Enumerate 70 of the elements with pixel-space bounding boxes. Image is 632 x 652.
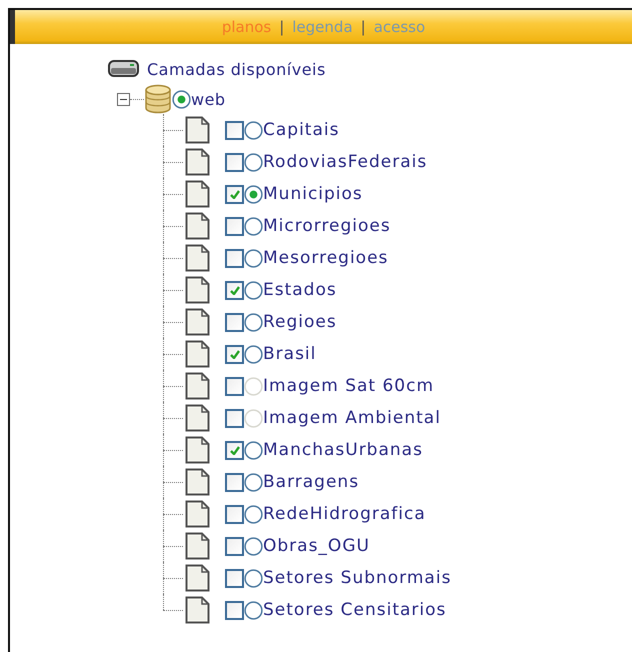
file-icon	[185, 212, 210, 240]
tree-root-label: Camadas disponíveis	[147, 60, 326, 78]
layer-label[interactable]: Setores Censitarios	[263, 600, 446, 620]
file-icon	[185, 340, 210, 368]
layer-label[interactable]: Estados	[263, 280, 337, 300]
checkbox[interactable]	[225, 472, 244, 492]
radio-button[interactable]	[244, 440, 263, 460]
server-icon	[108, 60, 139, 78]
checkbox[interactable]	[225, 600, 244, 620]
layer-label[interactable]: Microrregioes	[263, 216, 391, 236]
radio-button[interactable]	[172, 90, 191, 108]
layer-label[interactable]: RedeHidrografica	[263, 504, 426, 524]
checkmark-icon	[230, 446, 240, 454]
layer-label[interactable]: Municipios	[263, 184, 363, 204]
checkbox[interactable]	[225, 120, 244, 140]
radio-button[interactable]	[244, 536, 263, 556]
radio-button[interactable]	[244, 120, 263, 140]
checkbox[interactable]	[225, 440, 244, 460]
radio-button[interactable]	[244, 248, 263, 268]
file-icon	[185, 596, 210, 624]
file-icon	[185, 148, 210, 176]
file-icon	[185, 180, 210, 208]
file-icon	[185, 404, 210, 432]
checkmark-icon	[230, 190, 240, 198]
checkbox[interactable]	[225, 344, 244, 364]
file-icon	[185, 244, 210, 272]
file-icon	[185, 308, 210, 336]
separator: |	[360, 18, 366, 36]
checkmark-icon	[230, 286, 240, 294]
collapse-icon[interactable]	[117, 92, 130, 106]
layer-label[interactable]: RodoviasFederais	[263, 152, 428, 172]
checkbox[interactable]	[225, 312, 244, 332]
radio-button[interactable]	[244, 184, 263, 204]
checkbox[interactable]	[225, 184, 244, 204]
file-icon	[185, 276, 210, 304]
layer-label[interactable]: Regioes	[263, 312, 337, 332]
file-icon	[185, 436, 210, 464]
radio-button[interactable]	[244, 504, 263, 524]
layer-label[interactable]: ManchasUrbanas	[263, 440, 423, 460]
checkbox[interactable]	[225, 536, 244, 556]
file-icon	[185, 372, 210, 400]
checkbox[interactable]	[225, 504, 244, 524]
radio-button[interactable]	[244, 312, 263, 332]
checkbox[interactable]	[225, 280, 244, 300]
checkbox[interactable]	[225, 152, 244, 172]
layer-label[interactable]: Mesorregioes	[263, 248, 388, 268]
file-icon	[185, 500, 210, 528]
radio-button[interactable]	[244, 600, 263, 620]
layer-label[interactable]: Capitais	[263, 120, 340, 140]
layer-label[interactable]: Brasil	[263, 344, 316, 364]
separator: |	[279, 18, 284, 36]
layer-label[interactable]: Setores Subnormais	[263, 568, 452, 588]
radio-button[interactable]	[244, 568, 263, 588]
radio-button[interactable]	[244, 472, 263, 492]
layer-label[interactable]: Obras_OGU	[263, 536, 370, 556]
tree-node-label[interactable]: web	[191, 90, 226, 108]
database-icon	[144, 84, 172, 114]
checkmark-icon	[230, 350, 240, 358]
radio-button[interactable]	[244, 344, 263, 364]
file-icon	[185, 532, 210, 560]
checkbox[interactable]	[225, 248, 244, 268]
file-icon	[185, 468, 210, 496]
file-icon	[185, 116, 210, 144]
radio-button[interactable]	[244, 152, 263, 172]
radio-button[interactable]	[244, 280, 263, 300]
file-icon	[185, 564, 210, 592]
radio-button[interactable]	[244, 216, 263, 236]
layer-label[interactable]: Barragens	[263, 472, 360, 492]
checkbox[interactable]	[225, 568, 244, 588]
checkbox[interactable]	[225, 216, 244, 236]
